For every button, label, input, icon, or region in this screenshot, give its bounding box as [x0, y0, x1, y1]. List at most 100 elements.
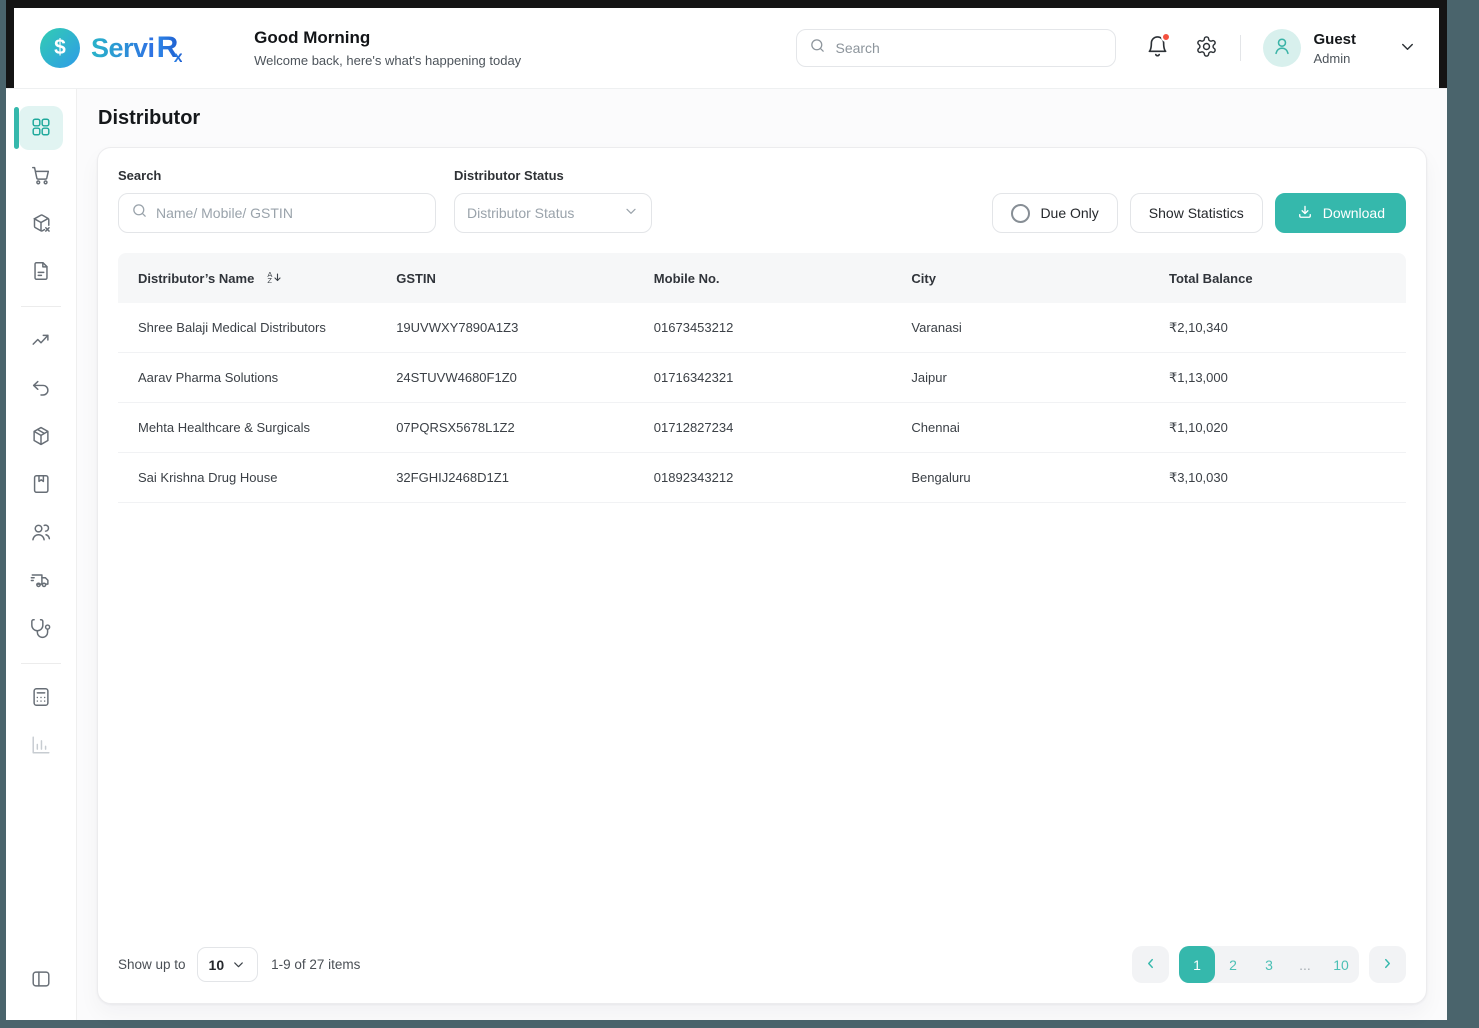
sidebar-item-users[interactable]: [19, 511, 63, 555]
greeting-block: Good Morning Welcome back, here's what's…: [254, 28, 521, 68]
undo-icon: [30, 377, 52, 402]
table-row[interactable]: Shree Balaji Medical Distributors19UVWXY…: [118, 303, 1406, 353]
trending-up-icon: [30, 329, 52, 354]
column-mobile: Mobile No.: [654, 271, 912, 286]
sidebar-toggle-button[interactable]: [19, 958, 63, 1002]
sort-alpha-icon[interactable]: AZ: [267, 271, 283, 286]
user-role: Admin: [1313, 51, 1356, 66]
users-icon: [30, 521, 52, 546]
page-size-select[interactable]: 10: [197, 947, 259, 982]
sidebar-item-dashboard[interactable]: [19, 106, 63, 150]
table-row[interactable]: Aarav Pharma Solutions24STUVW4680F1Z0017…: [118, 353, 1406, 403]
settings-button[interactable]: [1195, 35, 1218, 61]
top-bar: $ ServiRx Good Morning Welcome back, her…: [6, 0, 1447, 88]
user-menu-chevron[interactable]: [1398, 37, 1417, 59]
sidebar-item-cart[interactable]: [19, 154, 63, 198]
table-header: Distributor’s Name AZ GSTIN Mobile No. C…: [118, 253, 1406, 303]
distributor-search-box[interactable]: [118, 193, 436, 233]
sidebar-divider: [21, 663, 61, 664]
column-distributor-name[interactable]: Distributor’s Name AZ: [118, 271, 396, 286]
sidebar-divider: [21, 306, 61, 307]
notification-dot: [1161, 32, 1171, 42]
items-range-text: 1-9 of 27 items: [271, 957, 360, 972]
page-10[interactable]: 10: [1323, 946, 1359, 983]
arrow-down-icon: [272, 271, 283, 286]
sidebar-item-undo[interactable]: [19, 367, 63, 411]
show-statistics-label: Show Statistics: [1149, 205, 1244, 221]
package-icon: [30, 425, 52, 450]
city-cell: Jaipur: [911, 370, 1169, 385]
global-search-input[interactable]: [835, 40, 1103, 56]
show-statistics-button[interactable]: Show Statistics: [1130, 193, 1263, 233]
table-row[interactable]: Mehta Healthcare & Surgicals07PQRSX5678L…: [118, 403, 1406, 453]
distributor-name-cell: Sai Krishna Drug House: [118, 470, 396, 485]
due-only-toggle[interactable]: Due Only: [992, 193, 1117, 233]
gstin-cell: 24STUVW4680F1Z0: [396, 370, 654, 385]
search-icon: [809, 37, 826, 59]
notifications-button[interactable]: [1146, 35, 1169, 61]
chevron-left-icon: [1142, 955, 1159, 975]
truck-icon: [30, 569, 52, 594]
bar-chart-icon: [30, 734, 52, 759]
prev-page-button[interactable]: [1132, 946, 1169, 983]
total-balance-cell: ₹1,13,000: [1169, 370, 1406, 386]
next-page-button[interactable]: [1369, 946, 1406, 983]
chevron-down-icon: [623, 203, 639, 224]
distributor-search-input[interactable]: [156, 205, 423, 221]
sidebar-item-invoice[interactable]: [19, 250, 63, 294]
radio-icon: [1011, 204, 1030, 223]
city-cell: Chennai: [911, 420, 1169, 435]
sidebar-item-truck[interactable]: [19, 559, 63, 603]
chevron-down-icon: [1398, 37, 1417, 59]
sidebar-nav: [19, 106, 63, 772]
status-field-group: Distributor Status Distributor Status: [454, 168, 652, 233]
city-cell: Bengaluru: [911, 470, 1169, 485]
sidebar-item-bar-chart[interactable]: [19, 724, 63, 768]
avatar[interactable]: [1263, 29, 1301, 67]
page-1[interactable]: 1: [1179, 946, 1215, 983]
column-total-balance: Total Balance: [1169, 271, 1406, 286]
download-button[interactable]: Download: [1275, 193, 1406, 233]
package-x-icon: [30, 212, 52, 237]
distributor-status-select[interactable]: Distributor Status: [454, 193, 652, 233]
header-divider: [1240, 35, 1241, 61]
sidebar-item-trending-up[interactable]: [19, 319, 63, 363]
brand-logo: $ ServiRx: [40, 28, 182, 68]
status-placeholder: Distributor Status: [467, 205, 574, 221]
sidebar-toggle-icon: [30, 968, 52, 993]
mobile-cell: 01892343212: [654, 470, 912, 485]
global-search[interactable]: [796, 29, 1116, 67]
column-city: City: [911, 271, 1169, 286]
page-3[interactable]: 3: [1251, 946, 1287, 983]
table-row[interactable]: Sai Krishna Drug House32FGHIJ2468D1Z1018…: [118, 453, 1406, 503]
user-name: Guest: [1313, 31, 1356, 48]
distributor-name-cell: Aarav Pharma Solutions: [118, 370, 396, 385]
sidebar-item-package-x[interactable]: [19, 202, 63, 246]
stethoscope-icon: [30, 617, 52, 642]
sidebar: [6, 89, 77, 1020]
sidebar-item-stethoscope[interactable]: [19, 607, 63, 651]
download-label: Download: [1323, 205, 1385, 221]
sidebar-item-ledger[interactable]: [19, 463, 63, 507]
calculator-icon: [30, 686, 52, 711]
download-icon: [1296, 203, 1314, 224]
page-2[interactable]: 2: [1215, 946, 1251, 983]
city-cell: Varanasi: [911, 320, 1169, 335]
sidebar-item-package[interactable]: [19, 415, 63, 459]
user-meta: Guest Admin: [1313, 31, 1356, 66]
gear-icon: [1195, 35, 1218, 61]
mobile-cell: 01712827234: [654, 420, 912, 435]
page-size-value: 10: [209, 957, 225, 973]
total-balance-cell: ₹1,10,020: [1169, 420, 1406, 436]
invoice-icon: [30, 260, 52, 285]
search-field-group: Search: [118, 168, 436, 233]
ledger-icon: [30, 473, 52, 498]
table-footer: Show up to 10 1-9 of 27 items 123...10: [118, 932, 1406, 983]
chevron-right-icon: [1379, 955, 1396, 975]
app-window: $ ServiRx Good Morning Welcome back, her…: [6, 0, 1447, 1020]
mobile-cell: 01673453212: [654, 320, 912, 335]
sidebar-item-calculator[interactable]: [19, 676, 63, 720]
table-body: Shree Balaji Medical Distributors19UVWXY…: [118, 303, 1406, 503]
column-gstin: GSTIN: [396, 271, 654, 286]
total-balance-cell: ₹2,10,340: [1169, 320, 1406, 336]
